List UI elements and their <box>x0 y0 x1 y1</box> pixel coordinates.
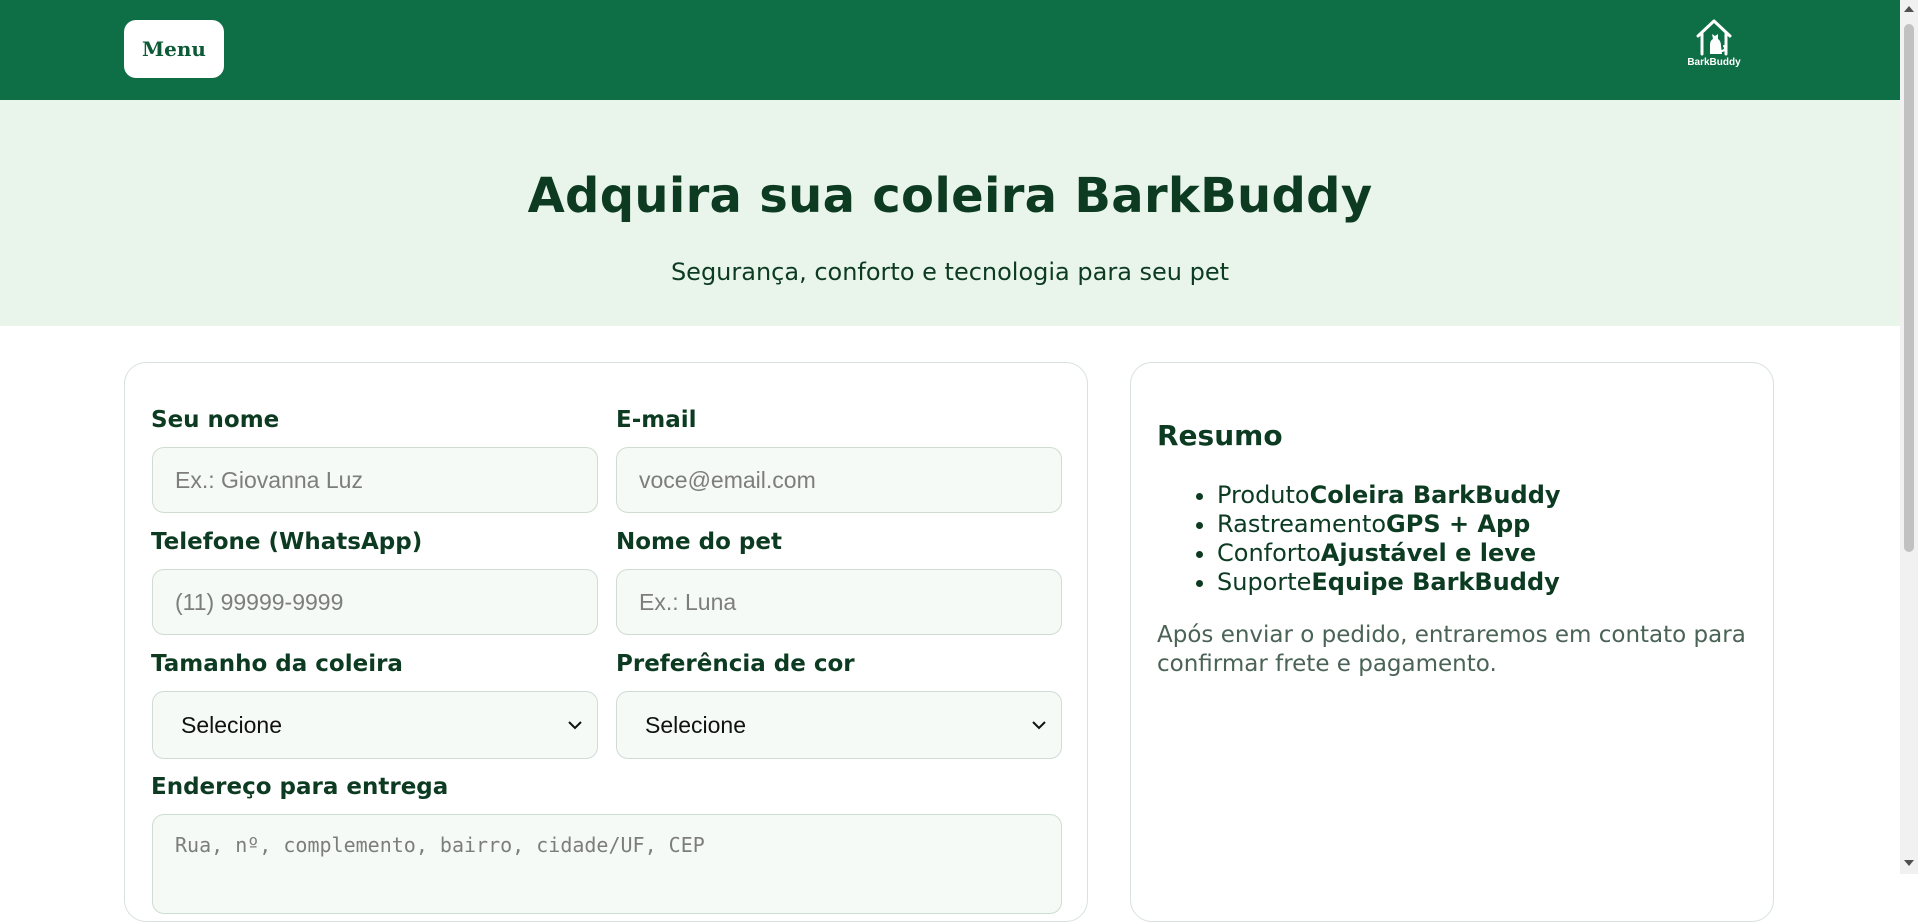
email-input[interactable] <box>616 447 1062 513</box>
summary-item-value: Coleira BarkBuddy <box>1309 481 1561 509</box>
order-form: Seu nome E-mail Telefone (WhatsApp) Nome… <box>124 362 1088 922</box>
summary-item-value: GPS + App <box>1386 510 1531 538</box>
summary-note: Após enviar o pedido, entraremos em cont… <box>1157 622 1746 677</box>
summary-item-key: Conforto <box>1217 539 1321 567</box>
summary-item: ConfortoAjustável e leve <box>1217 539 1561 568</box>
summary-item: SuporteEquipe BarkBuddy <box>1217 568 1561 597</box>
menu-button[interactable]: Menu <box>124 20 224 78</box>
summary-item-key: Suporte <box>1217 568 1312 596</box>
chevron-down-icon <box>568 721 582 730</box>
page-title: Adquira sua coleira BarkBuddy <box>527 168 1373 224</box>
color-pref-value: Selecione <box>645 711 747 738</box>
address-label: Endereço para entrega <box>151 774 449 800</box>
pet-name-label: Nome do pet <box>616 529 782 555</box>
house-dog-icon <box>1696 19 1732 56</box>
email-label: E-mail <box>616 407 697 433</box>
vertical-scrollbar[interactable] <box>1900 0 1918 874</box>
chevron-down-icon <box>1032 721 1046 730</box>
color-pref-label: Preferência de cor <box>616 651 855 677</box>
scroll-down-arrow-icon[interactable] <box>1904 860 1914 866</box>
phone-label: Telefone (WhatsApp) <box>151 529 423 555</box>
name-input[interactable] <box>152 447 598 513</box>
summary-list: ProdutoColeira BarkBuddy RastreamentoGPS… <box>1157 481 1561 597</box>
summary-item: RastreamentoGPS + App <box>1217 510 1561 539</box>
brand-logo[interactable]: BarkBuddy <box>1683 18 1745 74</box>
address-textarea[interactable] <box>152 814 1062 914</box>
summary-item-key: Produto <box>1217 481 1310 509</box>
summary-item-key: Rastreamento <box>1217 510 1387 538</box>
page-subtitle: Segurança, conforto e tecnologia para se… <box>670 258 1230 286</box>
color-pref-select[interactable]: Selecione <box>616 691 1062 759</box>
scroll-up-arrow-icon[interactable] <box>1904 6 1914 12</box>
collar-size-select[interactable]: Selecione <box>152 691 598 759</box>
pet-name-input[interactable] <box>616 569 1062 635</box>
summary-item-value: Ajustável e leve <box>1320 539 1537 567</box>
summary-item-value: Equipe BarkBuddy <box>1311 568 1560 596</box>
collar-size-label: Tamanho da coleira <box>151 651 403 677</box>
phone-input[interactable] <box>152 569 598 635</box>
hero-section: Adquira sua coleira BarkBuddy Segurança,… <box>0 100 1900 326</box>
scrollbar-thumb[interactable] <box>1904 24 1914 552</box>
collar-size-value: Selecione <box>181 711 283 738</box>
summary-title: Resumo <box>1157 419 1283 452</box>
name-label: Seu nome <box>151 407 280 433</box>
summary-item: ProdutoColeira BarkBuddy <box>1217 481 1561 510</box>
logo-text: BarkBuddy <box>1687 57 1741 68</box>
summary-panel: Resumo ProdutoColeira BarkBuddy Rastream… <box>1130 362 1774 922</box>
top-navbar: Menu BarkBuddy <box>0 0 1900 100</box>
